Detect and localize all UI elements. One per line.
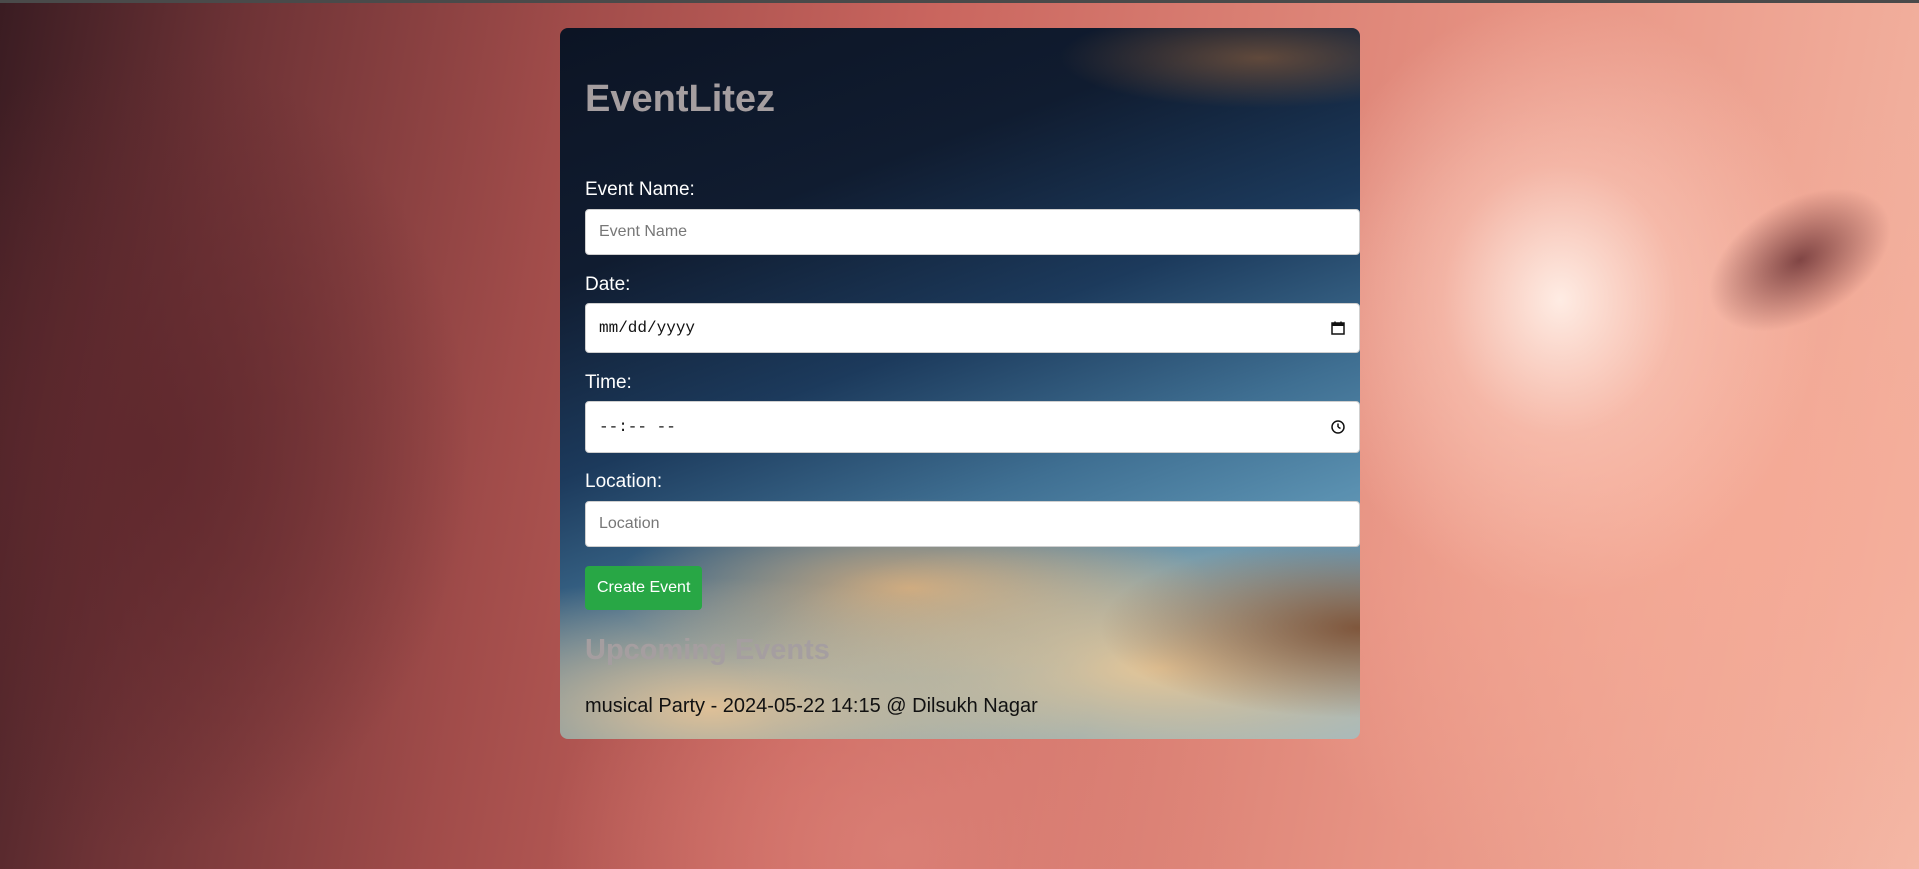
top-border bbox=[0, 0, 1919, 3]
event-name-label: Event Name: bbox=[585, 179, 695, 200]
time-label: Time: bbox=[585, 372, 632, 393]
create-event-button[interactable]: Create Event bbox=[585, 566, 703, 610]
clock-icon[interactable] bbox=[1330, 419, 1346, 435]
calendar-icon[interactable] bbox=[1330, 320, 1346, 336]
event-form-card: EventLitez Event Name: Event Name Date: … bbox=[560, 28, 1360, 739]
time-value: --:-- -- bbox=[599, 418, 676, 436]
location-label: Location: bbox=[585, 471, 663, 492]
date-input[interactable]: mm/dd/yyyy bbox=[585, 303, 1360, 353]
event-name-input[interactable]: Event Name bbox=[585, 209, 1360, 255]
location-input[interactable]: Location bbox=[585, 501, 1360, 547]
event-list-item: musical Party - 2024-05-22 14:15 @ Dilsu… bbox=[585, 695, 1038, 717]
time-input[interactable]: --:-- -- bbox=[585, 401, 1360, 453]
date-value: mm/dd/yyyy bbox=[599, 319, 696, 337]
date-label: Date: bbox=[585, 274, 631, 295]
app-title: EventLitez bbox=[585, 78, 776, 120]
event-name-placeholder: Event Name bbox=[599, 223, 688, 240]
location-placeholder: Location bbox=[599, 515, 660, 532]
upcoming-events-title: Upcoming Events bbox=[585, 634, 830, 666]
